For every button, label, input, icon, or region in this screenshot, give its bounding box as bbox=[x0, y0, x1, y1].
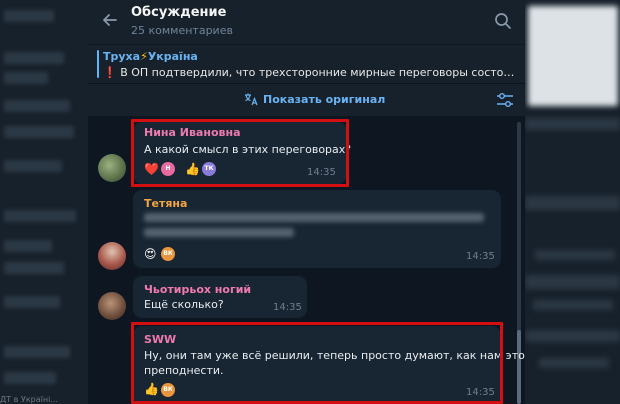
blurred-chat-row bbox=[4, 296, 60, 308]
pinned-channel-name: Труха⚡Україна bbox=[103, 50, 198, 63]
blurred-chat-row bbox=[4, 262, 64, 274]
blurred-block bbox=[525, 196, 620, 210]
back-arrow-icon[interactable] bbox=[100, 10, 120, 30]
blurred-block bbox=[525, 330, 620, 342]
pinned-text: В ОП подтвердили, что трехсторонние мирн… bbox=[120, 66, 515, 79]
avatar[interactable] bbox=[98, 154, 126, 182]
blurred-chat-row bbox=[4, 72, 48, 84]
blurred-chat-row bbox=[4, 240, 52, 252]
reaction-avatar: ВК bbox=[161, 247, 175, 261]
channel-name-part1: Труха bbox=[103, 50, 141, 63]
blurred-block bbox=[535, 250, 615, 260]
lightning-icon: ⚡ bbox=[140, 50, 148, 63]
translation-settings-icon[interactable] bbox=[496, 92, 514, 108]
chat-list-sidebar: ДТ в Україні... bbox=[0, 0, 88, 404]
translate-icon bbox=[245, 93, 258, 106]
blurred-chat-row bbox=[4, 372, 56, 384]
blurred-chat-row bbox=[4, 10, 54, 22]
show-original-label: Показать оригинал bbox=[263, 92, 386, 106]
channel-name-part2: Україна bbox=[147, 50, 198, 63]
message-text: Ещё сколько? bbox=[144, 298, 224, 311]
blurred-block bbox=[539, 358, 609, 368]
search-icon[interactable] bbox=[493, 11, 513, 31]
blurred-chat-row bbox=[4, 160, 62, 172]
avatar[interactable] bbox=[98, 292, 126, 320]
blurred-block bbox=[533, 300, 613, 310]
translate-bar: Показать оригинал bbox=[88, 84, 525, 116]
pinned-post[interactable]: Труха⚡Україна ❗ В ОП подтвердили, что тр… bbox=[88, 45, 525, 84]
scrollbar-thumb[interactable] bbox=[517, 330, 521, 404]
comments-count: 25 комментариев bbox=[131, 24, 233, 37]
page-title: Обсуждение bbox=[131, 5, 227, 20]
message-bubble: Тетяна 😍 ВК 14:35 bbox=[133, 190, 501, 268]
message-author[interactable]: Тетяна bbox=[144, 197, 187, 210]
discussion-panel: Обсуждение 25 комментариев Труха⚡Україна… bbox=[88, 0, 525, 404]
right-pane bbox=[525, 0, 620, 404]
blurred-chat-row bbox=[4, 52, 64, 64]
highlight-box bbox=[131, 119, 349, 187]
blurred-block bbox=[525, 275, 620, 289]
pinned-accent-bar bbox=[97, 50, 99, 78]
message-bubble: Чьотирьох ногий Ещё сколько? 14:35 bbox=[133, 276, 307, 318]
discussion-header: Обсуждение 25 комментариев bbox=[88, 0, 525, 45]
sidebar-tail-text: ДТ в Україні... bbox=[0, 395, 58, 404]
message-author[interactable]: Чьотирьох ногий bbox=[144, 283, 251, 296]
blurred-message-text bbox=[144, 213, 484, 222]
blurred-chat-row bbox=[4, 210, 76, 222]
blurred-image bbox=[528, 6, 618, 106]
message-time: 14:35 bbox=[273, 302, 302, 313]
blurred-message-text bbox=[144, 228, 294, 237]
show-original-button[interactable]: Показать оригинал bbox=[244, 92, 385, 106]
blurred-chat-row bbox=[4, 126, 74, 138]
highlight-box bbox=[131, 322, 503, 404]
blurred-block bbox=[525, 118, 620, 130]
blurred-chat-row bbox=[4, 346, 70, 358]
blurred-chat-row bbox=[4, 100, 70, 112]
avatar[interactable] bbox=[98, 242, 126, 270]
pinned-post-text: ❗ В ОП подтвердили, что трехсторонние ми… bbox=[103, 66, 515, 79]
exclamation-icon: ❗ bbox=[103, 66, 117, 79]
message-time: 14:35 bbox=[466, 251, 495, 262]
heart-eyes-reaction-icon[interactable]: 😍 bbox=[144, 247, 157, 261]
